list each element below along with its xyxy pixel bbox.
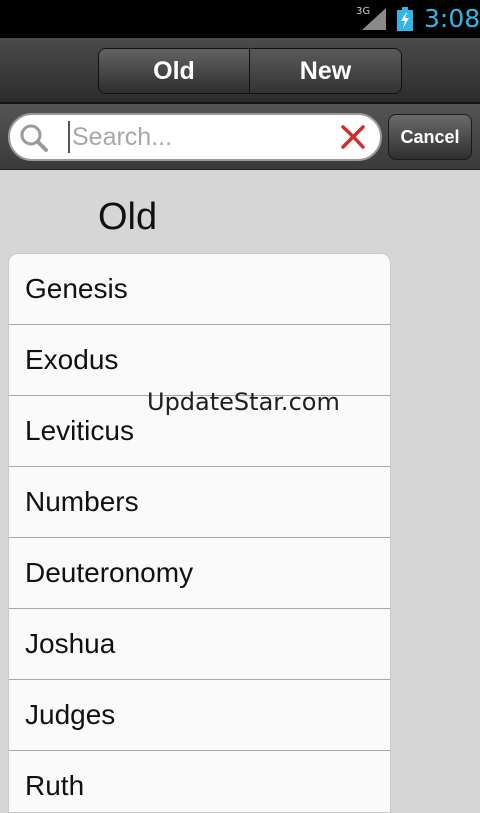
cancel-button[interactable]: Cancel <box>388 114 472 160</box>
list-item-ruth[interactable]: Ruth <box>9 751 390 812</box>
search-field-container <box>8 113 382 161</box>
testament-segmented-control: Old New <box>98 48 402 94</box>
search-bar: Cancel <box>0 104 480 170</box>
list-item-numbers[interactable]: Numbers <box>9 467 390 538</box>
list-item-judges[interactable]: Judges <box>9 680 390 751</box>
clock: 3:08 <box>424 4 480 33</box>
segment-old-button[interactable]: Old <box>99 49 250 93</box>
signal-icon <box>362 8 386 30</box>
search-icon <box>20 124 48 152</box>
section-title: Old <box>98 196 158 238</box>
book-list: Genesis Exodus Leviticus Numbers Deutero… <box>8 253 391 813</box>
list-item-exodus[interactable]: Exodus <box>9 325 390 396</box>
list-item-deuteronomy[interactable]: Deuteronomy <box>9 538 390 609</box>
watermark: UpdateStar.com <box>147 388 340 416</box>
testament-header: Old New <box>0 38 480 104</box>
segment-new-button[interactable]: New <box>250 49 401 93</box>
status-bar: 3G 3:08 <box>0 0 480 38</box>
battery-charging-icon <box>397 7 413 31</box>
list-item-genesis[interactable]: Genesis <box>9 254 390 325</box>
clear-search-icon[interactable] <box>340 124 366 150</box>
list-item-joshua[interactable]: Joshua <box>9 609 390 680</box>
search-input[interactable] <box>68 121 334 153</box>
